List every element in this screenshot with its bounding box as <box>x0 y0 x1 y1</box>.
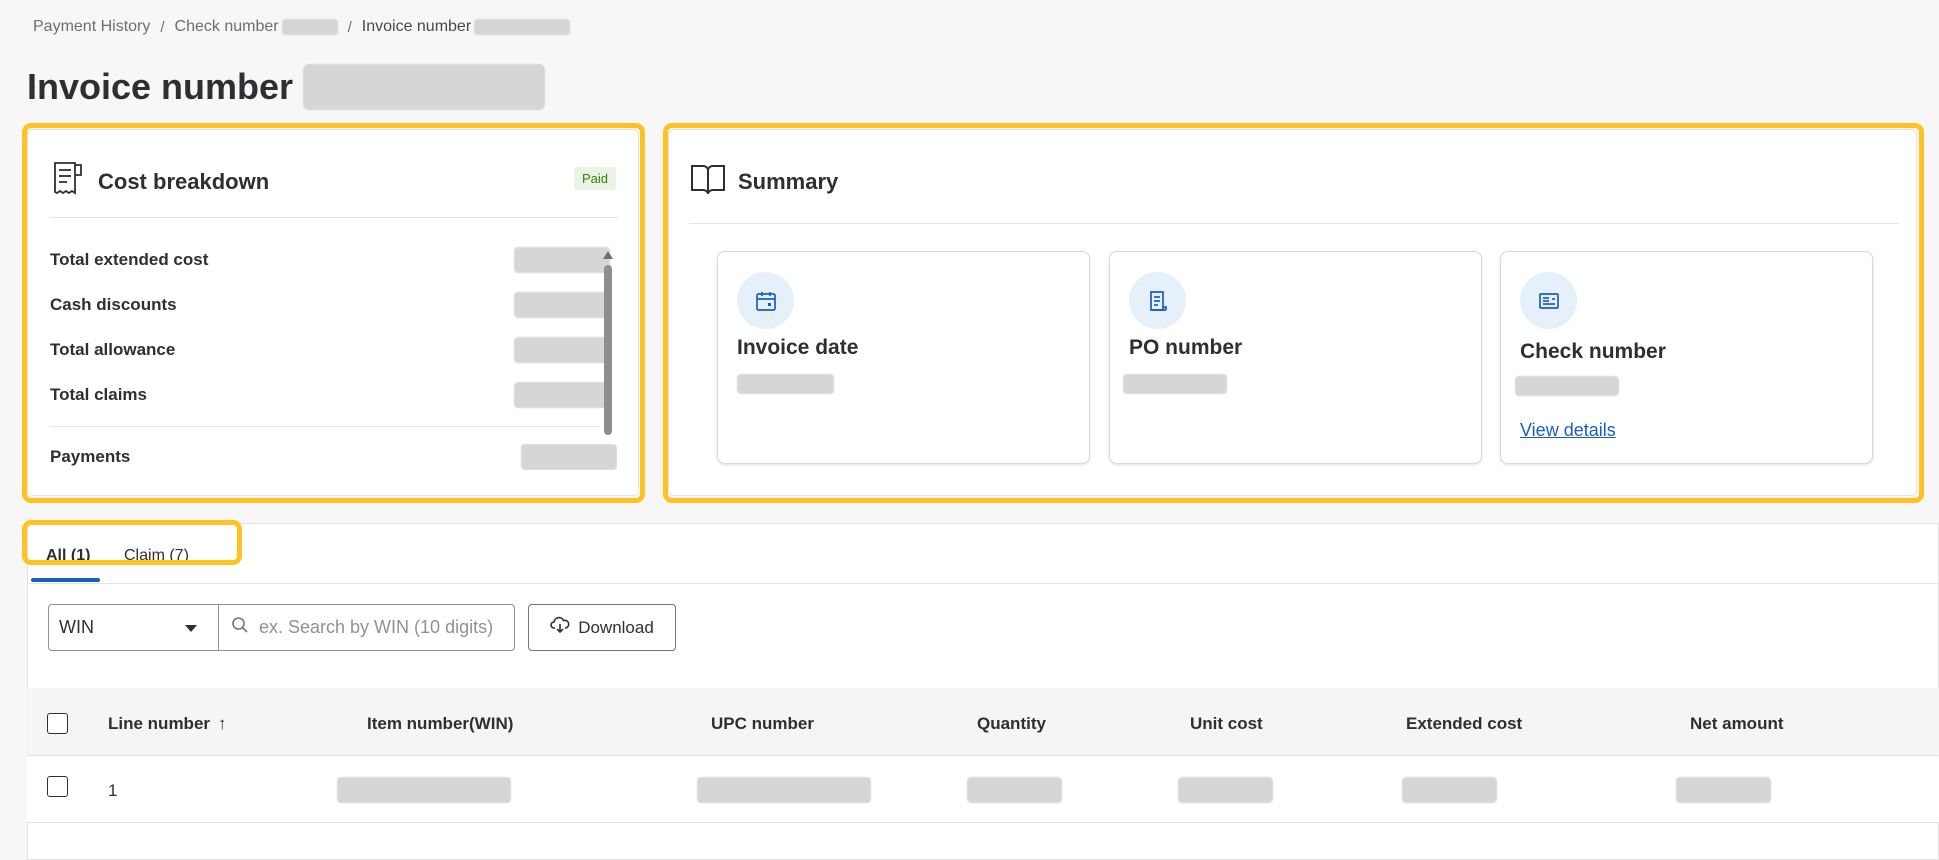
column-header-quantity[interactable]: Quantity <box>977 714 1046 734</box>
breadcrumb-payment-history[interactable]: Payment History <box>33 18 150 36</box>
download-label: Download <box>578 617 654 637</box>
redacted-value <box>514 292 610 318</box>
divider <box>50 426 600 427</box>
breadcrumb-separator: / <box>347 18 352 36</box>
column-header-line-number[interactable]: Line number ↑ <box>108 714 227 734</box>
column-header-net-amount[interactable]: Net amount <box>1690 714 1784 734</box>
redacted-value <box>281 18 338 35</box>
cost-row-cash-discounts: Cash discounts <box>50 291 610 319</box>
redacted-value <box>514 382 610 408</box>
row-checkbox[interactable] <box>47 776 68 797</box>
active-tab-indicator <box>31 578 100 582</box>
redacted-value <box>1178 777 1273 803</box>
cost-row-label: Payments <box>50 447 131 466</box>
cost-row-label: Total extended cost <box>50 250 209 269</box>
redacted-value <box>1676 777 1771 803</box>
breadcrumb-check-number-label: Check number <box>174 18 279 35</box>
redacted-value <box>967 777 1062 803</box>
select-value: WIN <box>59 617 94 637</box>
select-all-checkbox[interactable] <box>47 713 68 734</box>
tab-all[interactable]: All (1) <box>46 547 90 565</box>
redacted-value <box>521 444 617 470</box>
divider <box>689 223 1899 224</box>
redacted-value <box>474 18 571 35</box>
book-icon <box>690 162 726 202</box>
breadcrumb-invoice-number: Invoice number <box>361 18 571 36</box>
cost-row-label: Cash discounts <box>50 295 177 314</box>
column-header-label: Line number <box>108 714 211 733</box>
summary-header: Summary <box>690 162 838 202</box>
cell-line-number: 1 <box>108 781 118 800</box>
divider <box>27 583 1939 584</box>
redacted-value <box>697 777 871 803</box>
page-title-text: Invoice number <box>27 66 294 107</box>
breadcrumb-separator: / <box>160 18 165 36</box>
document-icon <box>1129 272 1186 329</box>
status-badge: Paid <box>574 167 617 190</box>
cloud-download-icon <box>550 616 570 639</box>
caret-down-icon <box>185 625 197 632</box>
scroll-up-arrow-icon[interactable] <box>603 251 613 259</box>
summary-tile-po-number: PO number <box>1109 251 1482 464</box>
receipt-icon <box>52 161 86 203</box>
cost-row-total-extended-cost: Total extended cost <box>50 246 610 274</box>
page-title: Invoice number <box>27 64 546 110</box>
search-input[interactable] <box>259 617 509 638</box>
sort-ascending-icon: ↑ <box>218 714 227 733</box>
breadcrumb-invoice-number-label: Invoice number <box>361 18 472 35</box>
calendar-icon <box>737 272 794 329</box>
breadcrumb: Payment History / Check number / Invoice… <box>33 18 571 36</box>
tile-label: Check number <box>1520 340 1666 363</box>
view-details-link[interactable]: View details <box>1520 420 1616 441</box>
cost-row-label: Total claims <box>50 385 147 404</box>
column-header-upc-number[interactable]: UPC number <box>711 714 814 734</box>
download-button[interactable]: Download <box>528 604 676 651</box>
search-icon <box>231 616 249 639</box>
summary-tile-invoice-date: Invoice date <box>717 251 1090 464</box>
tile-label: PO number <box>1129 336 1243 359</box>
cost-row-payments: Payments <box>50 444 617 470</box>
redacted-value <box>737 374 834 394</box>
column-header-unit-cost[interactable]: Unit cost <box>1190 714 1263 734</box>
redacted-value <box>514 337 610 363</box>
check-icon <box>1520 272 1577 329</box>
redacted-value <box>514 247 610 273</box>
cost-row-label: Total allowance <box>50 340 176 359</box>
scrollbar-thumb[interactable] <box>604 265 612 435</box>
redacted-value <box>303 64 546 110</box>
redacted-value <box>1402 777 1497 803</box>
column-header-extended-cost[interactable]: Extended cost <box>1406 714 1522 734</box>
breadcrumb-check-number[interactable]: Check number <box>175 18 338 36</box>
cost-breakdown-title: Cost breakdown <box>98 169 270 194</box>
tab-claim[interactable]: Claim (7) <box>124 547 189 565</box>
divider <box>50 217 618 218</box>
tile-label: Invoice date <box>737 336 859 359</box>
redacted-value <box>337 777 511 803</box>
summary-tile-check-number: Check number View details <box>1500 251 1873 464</box>
summary-title: Summary <box>738 169 839 194</box>
scrollbar[interactable] <box>603 251 613 441</box>
search-box <box>218 604 515 651</box>
column-header-item-number[interactable]: Item number(WIN) <box>367 714 513 734</box>
cost-row-total-allowance: Total allowance <box>50 336 610 364</box>
redacted-value <box>1515 376 1619 396</box>
search-field-select[interactable]: WIN <box>48 604 219 651</box>
cost-row-total-claims: Total claims <box>50 381 610 409</box>
redacted-value <box>1123 374 1227 394</box>
invoice-detail-page: Payment History / Check number / Invoice… <box>0 0 1939 860</box>
cost-breakdown-header: Cost breakdown <box>52 161 269 203</box>
